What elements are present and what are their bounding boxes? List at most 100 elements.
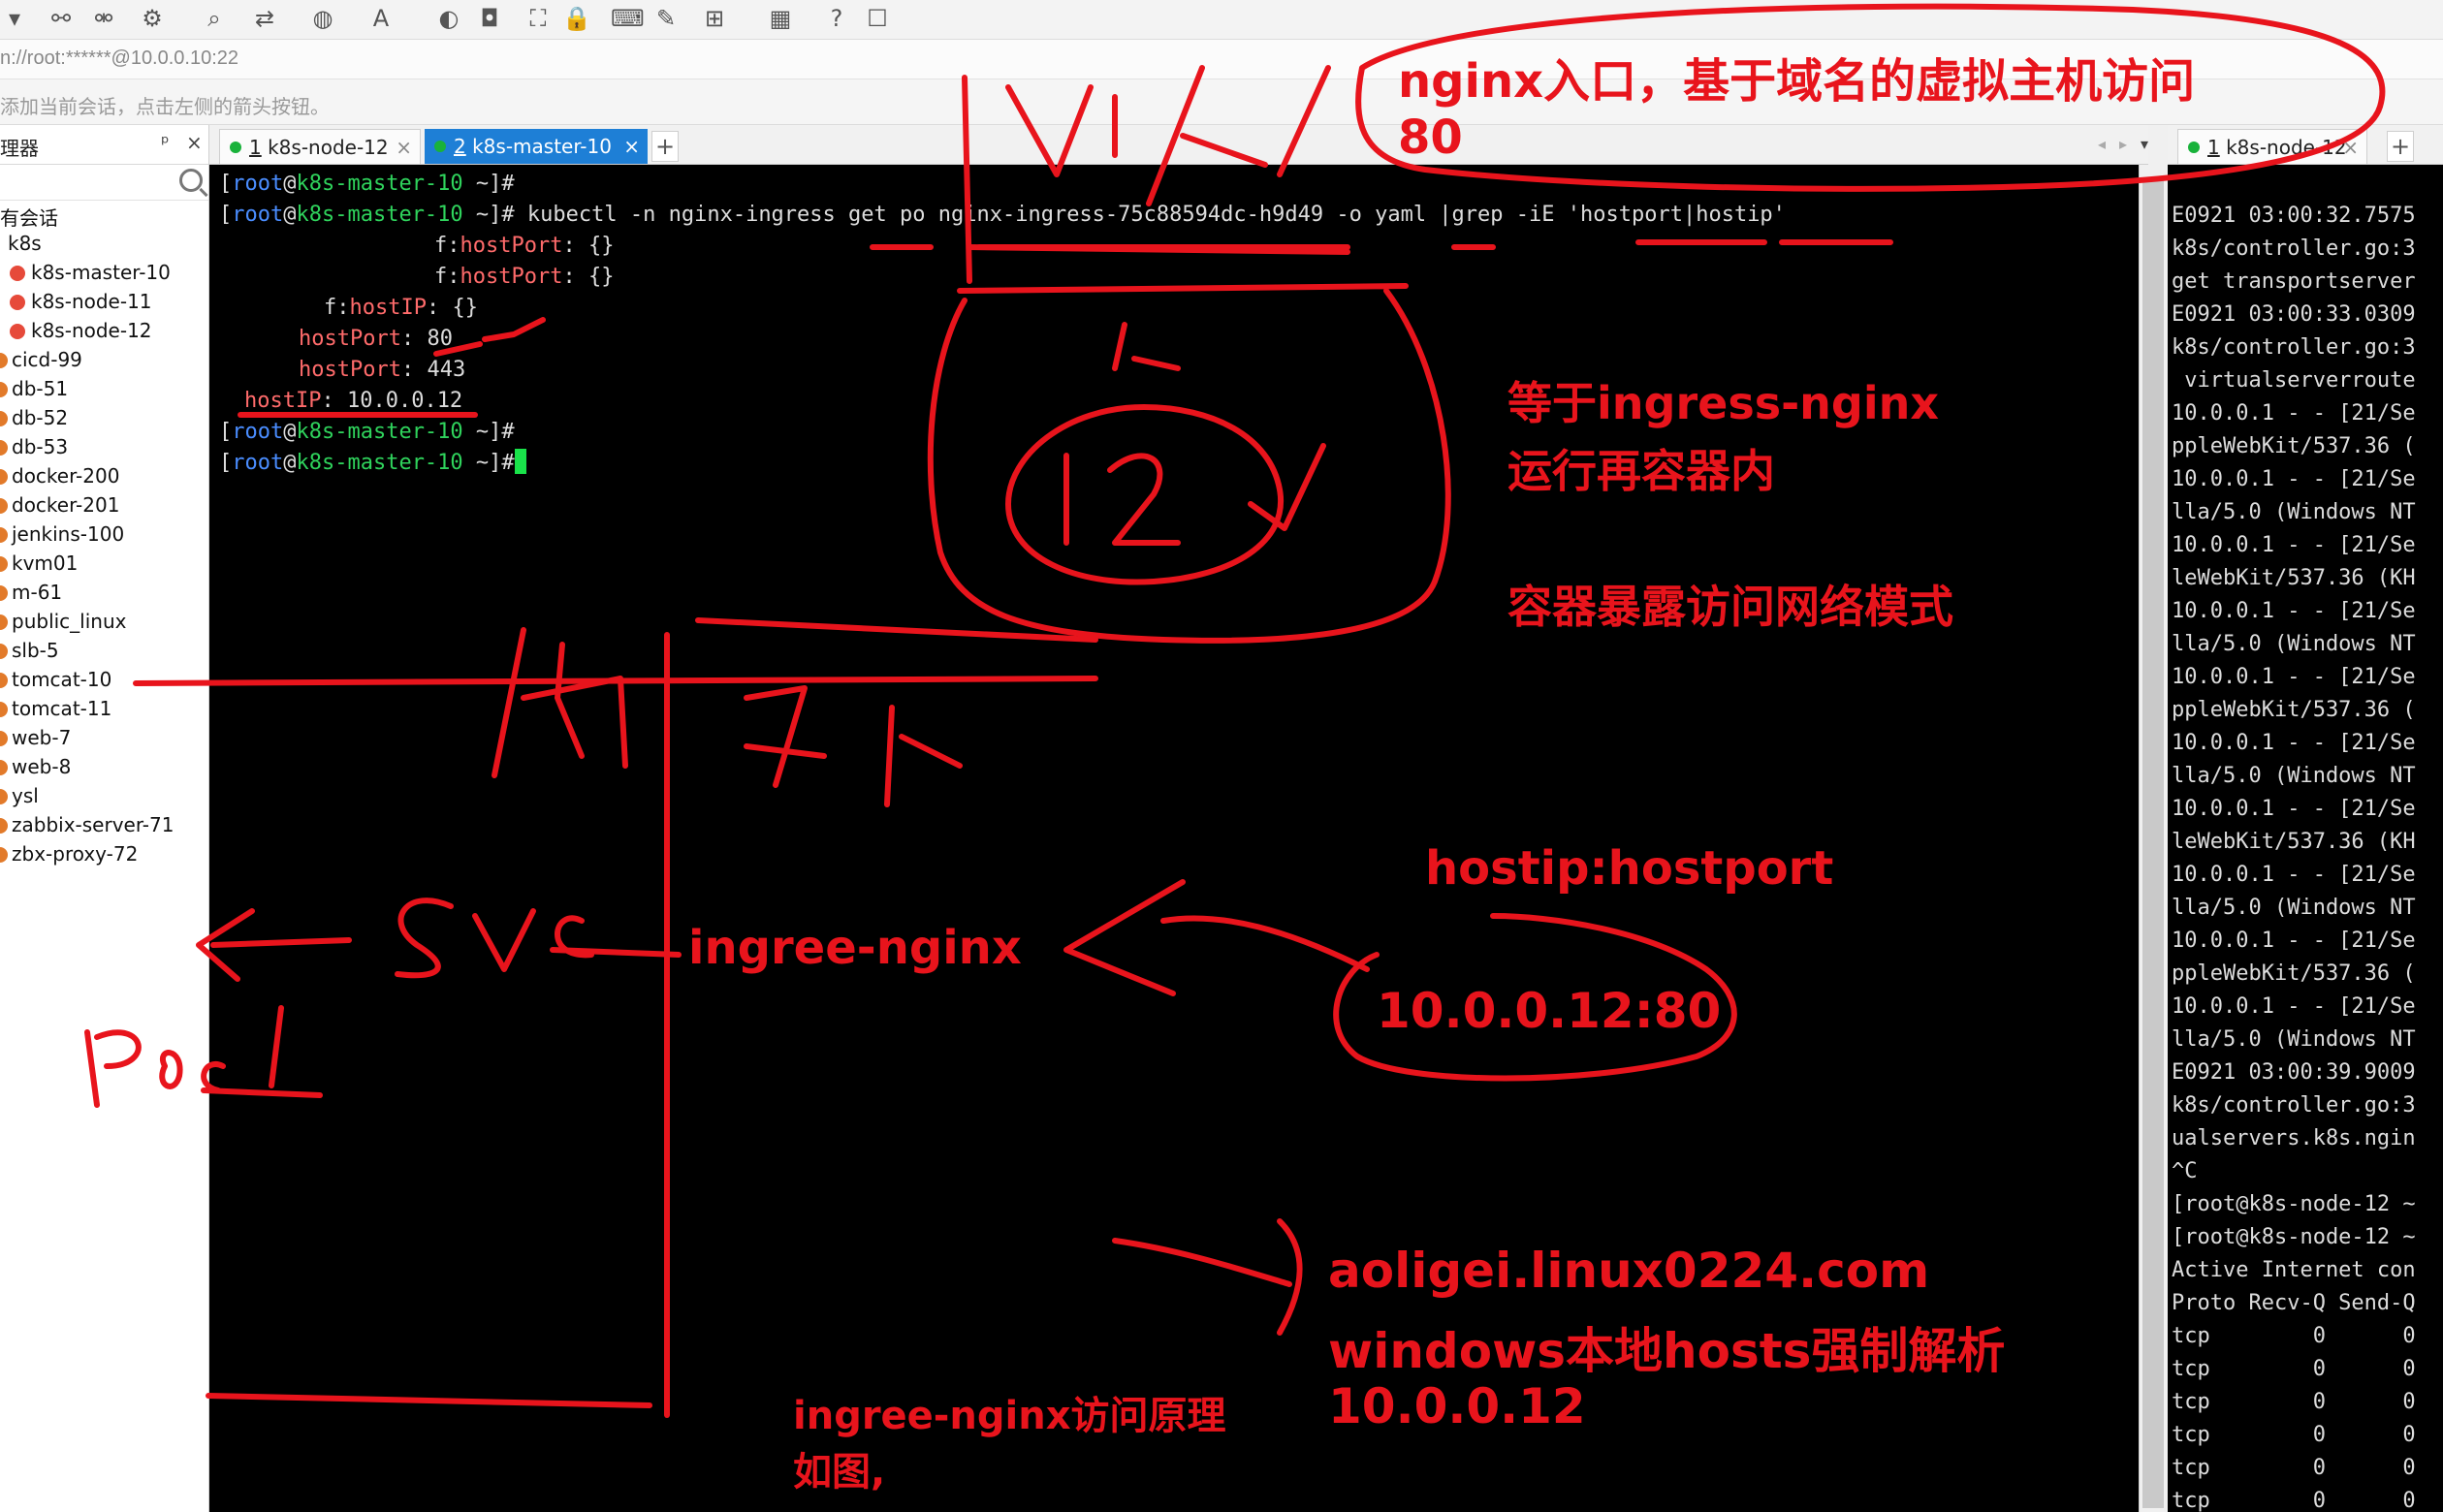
terminal-line: tcp 0 0	[2172, 1423, 2416, 1447]
session-icon	[10, 266, 25, 281]
layout-icon[interactable]: ▦	[766, 4, 795, 33]
session-item[interactable]: tomcat-10	[0, 668, 111, 697]
terminal-line: [root@k8s-master-10 ~]# kubectl -n nginx…	[219, 203, 1786, 227]
session-item[interactable]: zbx-proxy-72	[0, 842, 138, 871]
session-item[interactable]: web-7	[0, 726, 71, 755]
pin-icon[interactable]: ᵖ	[161, 131, 170, 154]
unlink-icon[interactable]: ⚮	[89, 4, 118, 33]
tab-close-icon[interactable]: ×	[396, 130, 412, 165]
search-icon[interactable]: ⌕	[200, 4, 229, 33]
fullscreen-icon[interactable]: ⛶	[524, 4, 553, 33]
tab-k8s-master-10[interactable]: 2 k8s-master-10 ×	[425, 129, 648, 164]
color-icon[interactable]: ◐	[434, 4, 463, 33]
toolbar: ▾ ⚯ ⚮ ⚙ ⌕ ⇄ ◍ A ◐ ◘ ⛶ 🔒 ⌨ ✎ ⊞ ▦ ? ☐	[0, 0, 2443, 40]
connected-icon	[2188, 142, 2200, 153]
search-icon[interactable]	[179, 169, 203, 192]
annotation-text: 如图,	[793, 1450, 886, 1495]
font-icon[interactable]: A	[366, 4, 396, 33]
camera-icon[interactable]: ◘	[475, 4, 504, 33]
globe-icon[interactable]: ◍	[308, 4, 337, 33]
terminal-line: leWebKit/537.36 (KH	[2172, 830, 2416, 854]
session-label: kvm01	[12, 551, 79, 575]
terminal-line: E0921 03:00:33.0309	[2172, 302, 2416, 327]
annotation-text: ingree-nginx	[688, 921, 1022, 975]
tab-label: k8s-master-10	[472, 135, 612, 158]
session-icon	[0, 818, 8, 834]
link-icon[interactable]: ⚯	[47, 4, 76, 33]
terminal-line: f:hostPort: {}	[434, 234, 615, 258]
settings-icon[interactable]: ⚙	[138, 4, 167, 33]
terminal-line: f:hostPort: {}	[434, 265, 615, 289]
terminal-cursor	[514, 449, 526, 474]
lock-icon[interactable]: 🔒	[562, 4, 591, 33]
session-item[interactable]: k8s-node-11	[10, 290, 152, 319]
terminal-right[interactable]: E0921 03:00:32.7575 k8s/controller.go:3 ge…	[2168, 165, 2443, 1512]
tab-scroll-right-icon[interactable]: ▸	[2119, 135, 2127, 153]
tab-k8s-node-12-right[interactable]: 1 k8s-node-12 ×	[2177, 129, 2367, 164]
session-label: jenkins-100	[12, 522, 125, 546]
session-item[interactable]: k8s-node-12	[10, 319, 152, 348]
session-item[interactable]: ysl	[0, 784, 39, 813]
session-label: tomcat-10	[12, 668, 112, 691]
session-item[interactable]: web-8	[0, 755, 71, 784]
group-k8s-label: k8s	[8, 232, 42, 255]
tab-close-icon[interactable]: ×	[623, 129, 640, 164]
session-item[interactable]: db-52	[0, 406, 68, 435]
all-sessions-label: 有会话	[0, 206, 58, 230]
tab-scroll-left-icon[interactable]: ◂	[2098, 135, 2106, 153]
session-item[interactable]: db-53	[0, 435, 68, 464]
session-manager-title: 理器	[0, 137, 39, 160]
session-icon	[0, 644, 8, 659]
terminal-line: lla/5.0 (Windows NT	[2172, 1027, 2416, 1052]
new-tab-button[interactable]: +	[2387, 131, 2414, 162]
session-item[interactable]: slb-5	[0, 639, 59, 668]
help-icon[interactable]: ?	[822, 4, 851, 33]
session-item[interactable]: docker-200	[0, 464, 119, 493]
terminal-line: ppleWebKit/537.36 (	[2172, 698, 2416, 722]
session-item[interactable]: cicd-99	[0, 348, 82, 377]
tab-close-icon[interactable]: ×	[2342, 130, 2359, 165]
chat-icon[interactable]: ☐	[863, 4, 892, 33]
terminal-line: 10.0.0.1 - - [21/Se	[2172, 863, 2416, 887]
terminal-line: ^C	[2172, 1159, 2198, 1183]
session-item[interactable]: jenkins-100	[0, 522, 124, 551]
session-item[interactable]: public_linux	[0, 610, 126, 639]
session-label: public_linux	[12, 610, 127, 633]
toolbar-dropdown-icon[interactable]: ▾	[0, 4, 29, 33]
connected-icon	[434, 141, 446, 152]
scrollbar-thumb[interactable]	[2142, 180, 2164, 1508]
session-item[interactable]: kvm01	[0, 551, 78, 581]
terminal-line: get transportserver	[2172, 269, 2416, 294]
annotation-text: nginx入口，基于域名的虚拟主机访问	[1398, 54, 2196, 109]
terminal-line: lla/5.0 (Windows NT	[2172, 896, 2416, 920]
session-item[interactable]: db-51	[0, 377, 68, 406]
keyboard-icon[interactable]: ⌨	[611, 4, 645, 33]
session-item[interactable]: docker-201	[0, 493, 119, 522]
session-icon	[0, 702, 8, 717]
terminal-line: tcp 0 0	[2172, 1390, 2416, 1414]
new-window-icon[interactable]: ⊞	[700, 4, 729, 33]
tab-k8s-node-12[interactable]: 1 k8s-node-12 ×	[219, 129, 421, 164]
session-label: db-52	[12, 406, 69, 429]
close-icon[interactable]: ×	[186, 131, 203, 154]
session-icon	[0, 673, 8, 688]
tab-label: k8s-node-12	[2226, 136, 2347, 159]
session-item[interactable]: tomcat-11	[0, 697, 111, 726]
session-manager: 理器 ᵖ × 有会话 k8s k8s-master-10 k8s-node-11…	[0, 125, 209, 1512]
terminal-line: hostPort: 443	[299, 358, 466, 382]
session-item[interactable]: k8s-master-10	[10, 261, 171, 290]
terminal-line: tcp 0 0	[2172, 1324, 2416, 1348]
session-item[interactable]: zabbix-server-71	[0, 813, 174, 842]
terminal-line: leWebKit/537.36 (KH	[2172, 566, 2416, 590]
terminal-line: lla/5.0 (Windows NT	[2172, 764, 2416, 788]
tab-list-icon[interactable]: ▾	[2141, 135, 2148, 153]
session-search[interactable]	[0, 165, 208, 201]
transfer-icon[interactable]: ⇄	[250, 4, 279, 33]
new-tab-button[interactable]: +	[651, 131, 679, 162]
script-icon[interactable]: ✎	[651, 4, 681, 33]
terminal-main[interactable]: [root@k8s-master-10 ~]# [root@k8s-master…	[209, 165, 2139, 1512]
all-sessions-node[interactable]: 有会话	[0, 203, 58, 232]
terminal-line: Proto Recv-Q Send-Q	[2172, 1291, 2416, 1315]
session-item[interactable]: m-61	[0, 581, 62, 610]
group-k8s[interactable]: k8s	[8, 232, 42, 261]
